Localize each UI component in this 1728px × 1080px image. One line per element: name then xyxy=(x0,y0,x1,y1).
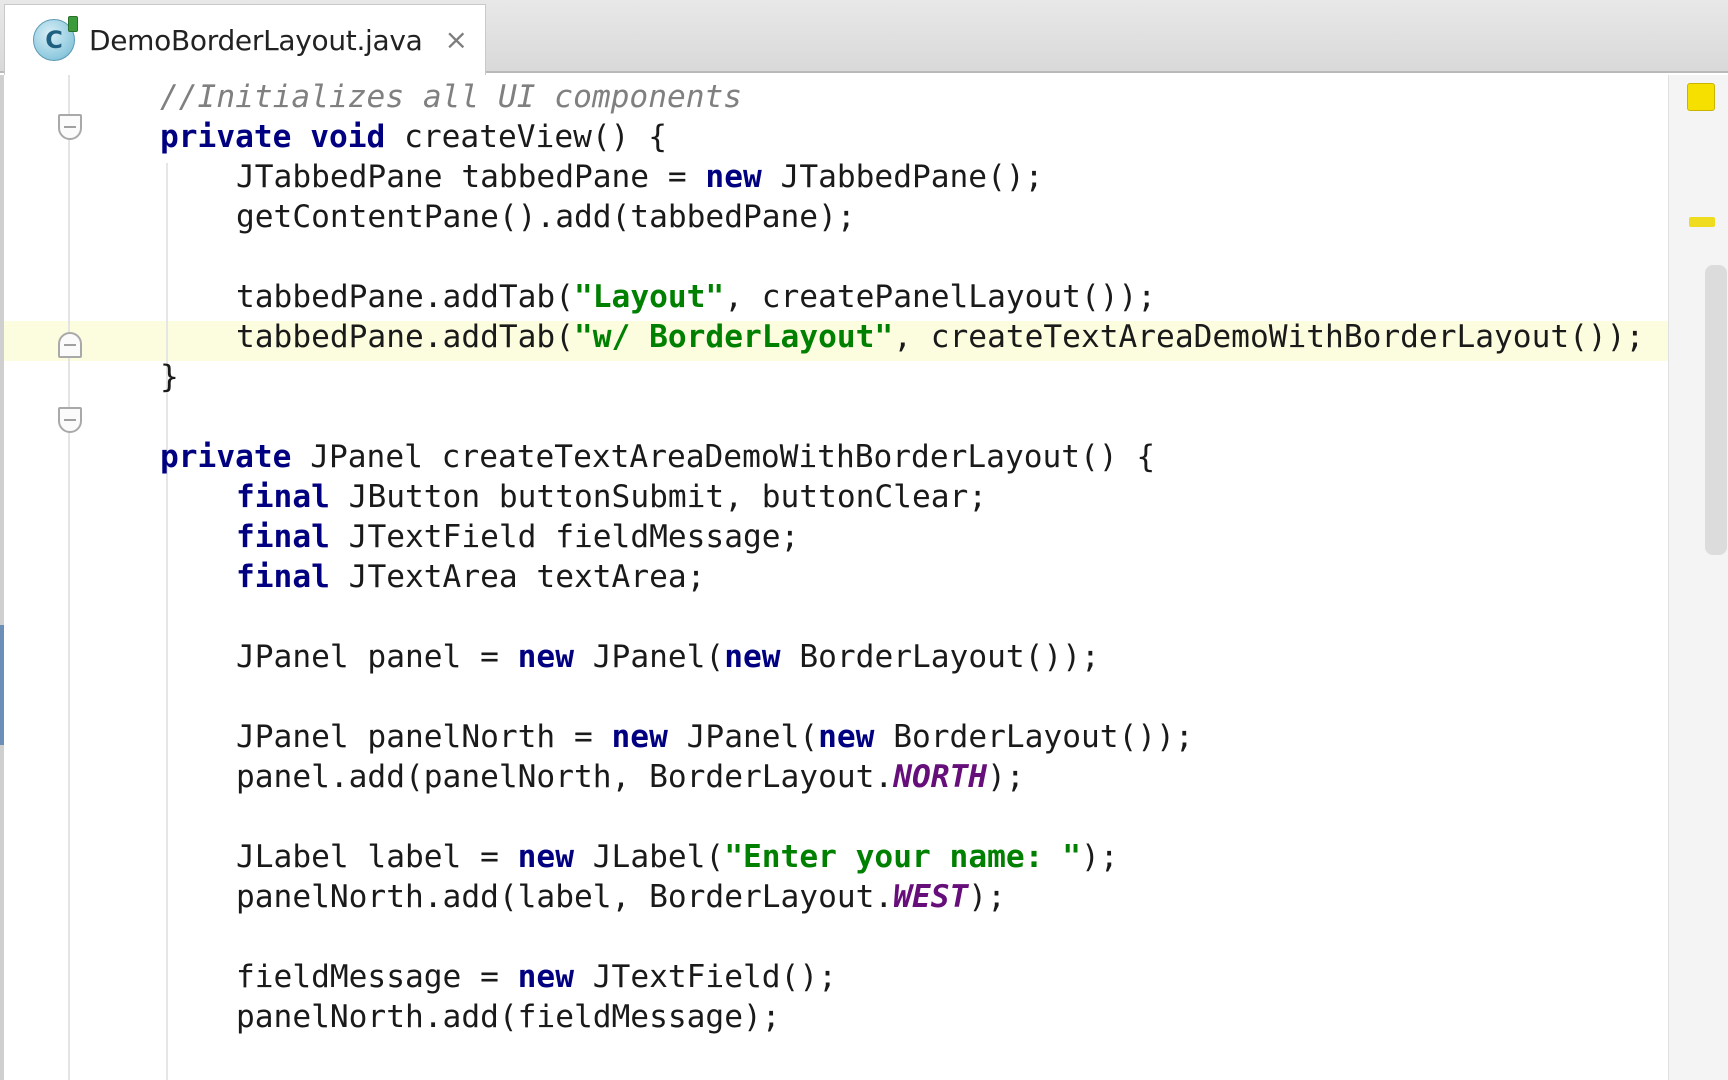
code-text: JTabbedPane(); xyxy=(761,159,1044,195)
keyword: final xyxy=(236,559,330,595)
code-line: tabbedPane.addTab("Layout", createPanelL… xyxy=(236,277,1156,317)
code-text: , createTextAreaDemoWithBorderLayout()); xyxy=(893,319,1645,355)
code-text: getContentPane().add(tabbedPane); xyxy=(236,199,856,235)
keyword: new xyxy=(724,639,781,675)
code-line: getContentPane().add(tabbedPane); xyxy=(236,197,856,237)
code-line: } xyxy=(160,357,179,397)
code-text: JLabel label = xyxy=(236,839,518,875)
vertical-scrollbar-thumb[interactable] xyxy=(1705,265,1727,555)
code-text: createView() { xyxy=(385,119,667,155)
code-line: JPanel panelNorth = new JPanel(new Borde… xyxy=(236,717,1194,757)
keyword: void xyxy=(310,119,386,155)
code-line: final JButton buttonSubmit, buttonClear; xyxy=(236,477,987,517)
inspection-status-icon[interactable] xyxy=(1687,83,1715,111)
string-literal: "Enter your name: " xyxy=(724,839,1081,875)
code-line-current: tabbedPane.addTab("w/ BorderLayout", cre… xyxy=(236,317,1644,357)
code-text: tabbedPane.addTab( xyxy=(236,319,574,355)
code-text: BorderLayout()); xyxy=(874,719,1194,755)
keyword: new xyxy=(517,639,574,675)
string-literal: "Layout" xyxy=(573,279,725,315)
code-line: final JTextField fieldMessage; xyxy=(236,517,799,557)
code-text: } xyxy=(160,359,179,395)
editor-tab[interactable]: C DemoBorderLayout.java × xyxy=(4,4,486,75)
code-line: private JPanel createTextAreaDemoWithBor… xyxy=(160,437,1155,477)
code-text: ); xyxy=(968,879,1006,915)
code-text: fieldMessage = xyxy=(236,959,518,995)
error-stripe[interactable] xyxy=(1668,75,1728,1080)
tab-title: DemoBorderLayout.java xyxy=(89,23,423,57)
keyword: private xyxy=(160,439,292,475)
keyword: new xyxy=(818,719,875,755)
string-literal: "w/ BorderLayout" xyxy=(573,319,894,355)
keyword: new xyxy=(517,959,574,995)
code-text: JPanel( xyxy=(574,639,725,675)
keyword: final xyxy=(236,519,330,555)
keyword: new xyxy=(517,839,574,875)
java-class-icon: C xyxy=(33,16,78,61)
code-text: JTextArea textArea; xyxy=(329,559,706,595)
editor-tab-bar: C DemoBorderLayout.java × xyxy=(0,0,1728,75)
keyword: final xyxy=(236,479,330,515)
code-text: JTextField(); xyxy=(574,959,837,995)
code-text: JTabbedPane tabbedPane = xyxy=(236,159,706,195)
code-text: panelNorth.add(fieldMessage); xyxy=(236,999,781,1035)
code-text: ); xyxy=(1080,839,1119,875)
close-icon[interactable]: × xyxy=(445,26,468,54)
code-text: panel.add(panelNorth, BorderLayout. xyxy=(236,759,894,795)
constant: WEST xyxy=(893,879,969,915)
code-line: JLabel label = new JLabel("Enter your na… xyxy=(236,837,1119,877)
code-line: JPanel panel = new JPanel(new BorderLayo… xyxy=(236,637,1100,677)
code-text: , createPanelLayout()); xyxy=(724,279,1157,315)
code-line: panelNorth.add(fieldMessage); xyxy=(236,997,781,1037)
code-line: private void createView() { xyxy=(160,117,667,157)
code-text: JPanel panel = xyxy=(236,639,518,675)
code-text: JPanel panelNorth = xyxy=(236,719,612,755)
constant: NORTH xyxy=(893,759,988,795)
keyword: private xyxy=(160,119,292,155)
comment: //Initializes all UI components xyxy=(160,79,743,115)
code-text: JPanel( xyxy=(667,719,819,755)
code-editor[interactable]: //Initializes all UI components private … xyxy=(0,75,1728,1080)
code-line: panelNorth.add(label, BorderLayout.WEST)… xyxy=(236,877,1006,917)
code-text: panelNorth.add(label, BorderLayout. xyxy=(236,879,894,915)
runnable-marker-icon xyxy=(68,16,78,32)
keyword: new xyxy=(611,719,668,755)
warning-marker[interactable] xyxy=(1689,217,1715,227)
code-text: BorderLayout()); xyxy=(780,639,1100,675)
ide-window: C DemoBorderLayout.java × //Initializes … xyxy=(0,0,1728,1080)
code-text: JLabel( xyxy=(574,839,725,875)
code-text: JTextField fieldMessage; xyxy=(329,519,800,555)
code-line: fieldMessage = new JTextField(); xyxy=(236,957,837,997)
java-class-icon-letter: C xyxy=(45,26,63,54)
code-text: ); xyxy=(987,759,1025,795)
code-text: JPanel createTextAreaDemoWithBorderLayou… xyxy=(291,439,1156,475)
code-text: tabbedPane.addTab( xyxy=(236,279,574,315)
code-line: //Initializes all UI components xyxy=(160,77,742,117)
code-text: JButton buttonSubmit, buttonClear; xyxy=(329,479,988,515)
code-content[interactable]: //Initializes all UI components private … xyxy=(0,75,1668,1080)
code-line: final JTextArea textArea; xyxy=(236,557,705,597)
code-line: JTabbedPane tabbedPane = new JTabbedPane… xyxy=(236,157,1043,197)
code-line: panel.add(panelNorth, BorderLayout.NORTH… xyxy=(236,757,1025,797)
keyword: new xyxy=(705,159,762,195)
